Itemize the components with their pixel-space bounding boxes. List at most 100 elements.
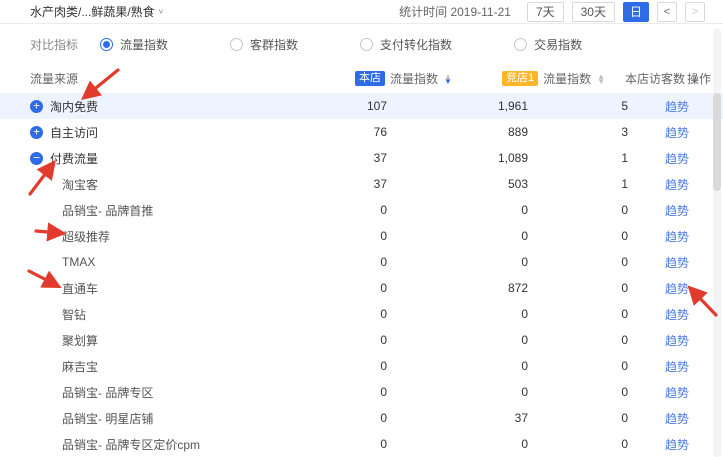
visitor-count: 1 [528,151,628,165]
metric-radio[interactable]: 交易指数 [514,36,582,53]
source-name: TMAX [62,255,95,269]
category-selector[interactable]: 水产肉类/...鲜蔬果/熟食 ∨ [30,3,164,20]
expand-plus-icon[interactable]: + [30,126,43,139]
source-cell: 超级推荐 [0,228,250,245]
sort-own-index[interactable]: ▲▼ [444,74,452,84]
source-name: 直通车 [62,280,98,297]
trend-link[interactable]: 趋势 [665,360,689,374]
rival-store-badge: 竞店1 [502,71,538,86]
visitors-label: 本店访客数 [625,70,685,87]
source-cell: 品销宝- 品牌首推 [0,202,250,219]
source-name: 淘宝客 [62,176,98,193]
source-cell: 品销宝- 明星店铺 [0,410,250,427]
next-day-button[interactable]: > [685,2,705,22]
metric-radio[interactable]: 客群指数 [230,36,298,53]
rival-index-value: 0 [387,359,528,373]
action-cell: 趋势 [628,384,712,401]
own-index-value: 0 [250,437,387,451]
expand-plus-icon[interactable]: + [30,100,43,113]
rival-index-label: 流量指数 [543,70,591,87]
metric-radio[interactable]: 流量指数 [100,36,168,53]
radio-label: 支付转化指数 [380,36,452,53]
table-row: 超级推荐 0 0 0 趋势 [0,223,723,249]
trend-link[interactable]: 趋势 [665,386,689,400]
table-row: 麻吉宝 0 0 0 趋势 [0,353,723,379]
action-cell: 趋势 [628,280,712,297]
own-index-value: 76 [250,125,387,139]
own-index-value: 0 [250,359,387,373]
rival-index-value: 0 [387,437,528,451]
action-cell: 趋势 [628,254,712,271]
source-name: 超级推荐 [62,228,110,245]
trend-link[interactable]: 趋势 [665,256,689,270]
trend-link[interactable]: 趋势 [665,438,689,452]
range-30d-button[interactable]: 30天 [572,2,615,22]
source-cell: 淘宝客 [0,176,250,193]
trend-link[interactable]: 趋势 [665,204,689,218]
trend-link[interactable]: 趋势 [665,334,689,348]
date-controls: 统计时间 2019-11-21 7天 30天 日 < > [399,2,705,22]
radio-label: 客群指数 [250,36,298,53]
action-cell: 趋势 [628,124,712,141]
rival-index-value: 889 [387,125,528,139]
range-day-button[interactable]: 日 [623,2,649,22]
table-row: 品销宝- 品牌专区定价cpm 0 0 0 趋势 [0,431,723,457]
source-cell: 聚划算 [0,332,250,349]
range-7d-button[interactable]: 7天 [527,2,564,22]
action-cell: 趋势 [628,436,712,453]
action-cell: 趋势 [628,358,712,375]
filter-label: 对比指标 [30,36,78,53]
own-index-value: 0 [250,229,387,243]
action-cell: 趋势 [628,410,712,427]
trend-link[interactable]: 趋势 [665,152,689,166]
own-index-value: 0 [250,333,387,347]
table-row: 品销宝- 品牌首推 0 0 0 趋势 [0,197,723,223]
trend-link[interactable]: 趋势 [665,230,689,244]
radio-icon [514,38,527,51]
own-index-value: 0 [250,203,387,217]
visitor-count: 0 [528,203,628,217]
metric-radio-group: 流量指数 客群指数 支付转化指数 交易指数 [100,36,644,53]
trend-link[interactable]: 趋势 [665,178,689,192]
trend-link[interactable]: 趋势 [665,282,689,296]
action-cell: 趋势 [628,228,712,245]
metric-radio[interactable]: 支付转化指数 [360,36,452,53]
rival-index-value: 0 [387,307,528,321]
table-row: 品销宝- 品牌专区 0 0 0 趋势 [0,379,723,405]
table-row: 直通车 0 872 0 趋势 [0,275,723,301]
action-cell: 趋势 [628,306,712,323]
own-index-value: 0 [250,385,387,399]
visitor-count: 0 [528,359,628,373]
table-row: 聚划算 0 0 0 趋势 [0,327,723,353]
source-cell: 麻吉宝 [0,358,250,375]
action-cell: 趋势 [628,150,712,167]
trend-link[interactable]: 趋势 [665,412,689,426]
header-source: 流量来源 [30,70,78,87]
visitor-count: 5 [528,99,628,113]
source-name: 智钻 [62,306,86,323]
trend-link[interactable]: 趋势 [665,308,689,322]
action-cell: 趋势 [628,176,712,193]
trend-link[interactable]: 趋势 [665,126,689,140]
own-index-label: 流量指数 [390,70,438,87]
trend-link[interactable]: 趋势 [665,100,689,114]
sort-rival-index[interactable]: ▲▼ [597,74,605,84]
rival-index-value: 872 [387,281,528,295]
collapse-minus-icon[interactable]: − [30,152,43,165]
traffic-source-analysis-page: 水产肉类/...鲜蔬果/熟食 ∨ 统计时间 2019-11-21 7天 30天 … [0,0,723,457]
chevron-down-icon: ∨ [158,7,165,16]
scrollbar-thumb[interactable] [713,93,721,191]
header-action: 操作 [687,70,711,87]
own-index-value: 0 [250,281,387,295]
own-index-value: 107 [250,99,387,113]
visitor-count: 3 [528,125,628,139]
radio-icon [360,38,373,51]
rival-index-value: 1,089 [387,151,528,165]
compare-metric-filter: 对比指标 流量指数 客群指数 支付转化指数 交易指数 [0,24,723,63]
table-header: 流量来源 本店 流量指数 ▲▼ 竞店1 流量指数 ▲▼ 本店访客数 ▲▼ 操作 [0,63,723,93]
source-name: 品销宝- 品牌首推 [62,202,153,219]
scrollbar-track[interactable] [713,28,721,457]
radio-label: 流量指数 [120,36,168,53]
prev-day-button[interactable]: < [657,2,677,22]
table-row: 淘宝客 37 503 1 趋势 [0,171,723,197]
